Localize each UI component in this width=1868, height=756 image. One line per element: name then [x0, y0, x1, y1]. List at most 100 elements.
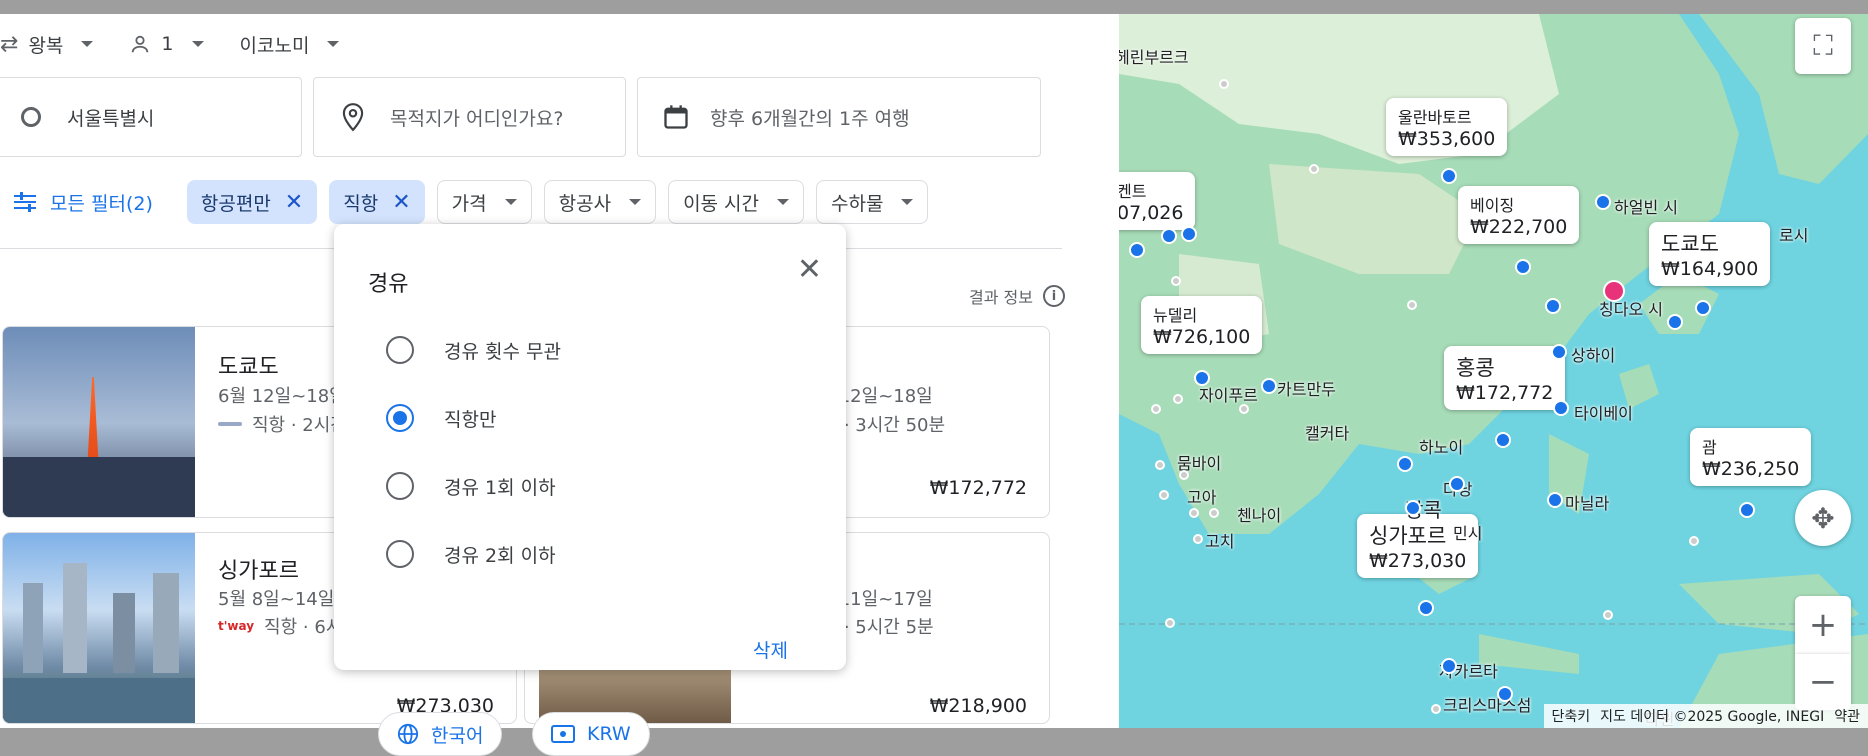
airport-pin-icon[interactable] — [1441, 168, 1457, 184]
airport-pin-icon[interactable] — [1667, 314, 1683, 330]
label-price: ₩164,900 — [1661, 258, 1759, 280]
dates-placeholder: 향후 6개월간의 1주 여행 — [710, 107, 910, 130]
chip-label: 직항 — [343, 192, 379, 215]
airport-pin-icon[interactable] — [1739, 502, 1755, 518]
destination-field[interactable]: 목적지가 어디인가요? — [313, 77, 626, 157]
terms-link[interactable]: 약관 — [1834, 706, 1860, 726]
map-dot — [1165, 618, 1175, 628]
chip-price[interactable]: 가격 — [436, 180, 532, 224]
map-price-label-guam[interactable]: 괌 ₩236,250 — [1690, 428, 1812, 486]
label-price: ₩353,600 — [1398, 128, 1496, 150]
airport-pin-icon[interactable] — [1261, 378, 1277, 394]
info-icon: i — [1043, 285, 1065, 307]
airport-pin-icon[interactable] — [1194, 370, 1210, 386]
map-price-label-tokyo[interactable]: 도쿄도 ₩164,900 — [1649, 222, 1771, 286]
airline-logo-icon: t'way — [218, 619, 255, 633]
airport-pin-icon[interactable] — [1161, 228, 1177, 244]
map-price-label-beijing[interactable]: 베이징 ₩222,700 — [1458, 186, 1580, 244]
stops-option-one-or-fewer[interactable]: 경유 1회 이하 — [386, 472, 556, 500]
airport-pin-icon[interactable] — [1695, 300, 1711, 316]
location-pin-icon — [342, 103, 364, 132]
radio-button[interactable] — [386, 404, 414, 432]
chevron-down-icon — [777, 199, 790, 205]
airport-pin-icon[interactable] — [1397, 456, 1413, 472]
label-price: ₩222,700 — [1470, 216, 1568, 238]
results-info-label: 결과 정보 — [969, 288, 1033, 307]
airport-pin-icon[interactable] — [1129, 242, 1145, 258]
airport-pin-icon[interactable] — [1495, 432, 1511, 448]
airport-pin-icon[interactable] — [1441, 658, 1457, 674]
option-label: 직항만 — [444, 408, 497, 431]
stops-option-any[interactable]: 경유 횟수 무관 — [386, 336, 561, 364]
map-view[interactable]: 울란바토르 ₩353,600 베이징 ₩222,700 도쿄도 ₩164,900… — [1119, 14, 1868, 728]
chip-baggage[interactable]: 수하물 — [816, 180, 929, 224]
airport-pin-icon[interactable] — [1551, 344, 1567, 360]
map-price-label-hong-kong[interactable]: 홍콩 ₩172,772 — [1444, 346, 1566, 410]
option-label: 경유 1회 이하 — [444, 476, 556, 499]
language-label: 한국어 — [431, 724, 484, 747]
zoom-out-button[interactable]: − — [1795, 654, 1851, 710]
chip-nonstop[interactable]: 직항 ✕ — [329, 180, 425, 224]
label-price: ₩273,030 — [1369, 550, 1467, 572]
map-city-label: 자이푸르 — [1199, 386, 1258, 405]
map-dot — [1173, 394, 1183, 404]
close-icon[interactable]: ✕ — [392, 190, 410, 215]
chevron-down-icon — [81, 41, 94, 47]
map-dot — [1309, 164, 1319, 174]
airport-pin-icon[interactable] — [1449, 476, 1465, 492]
map-city-label: 타이베이 — [1574, 404, 1633, 423]
chevron-down-icon — [901, 199, 914, 205]
card-price: ₩218,900 — [929, 695, 1027, 717]
airport-pin-icon[interactable] — [1515, 259, 1531, 275]
keyboard-shortcuts-link[interactable]: 단축키 — [1552, 706, 1591, 726]
chevron-down-icon — [327, 41, 340, 47]
label-price: ₩236,250 — [1702, 458, 1800, 480]
airport-pin-icon[interactable] — [1405, 500, 1421, 516]
airport-pin-icon[interactable] — [1497, 686, 1513, 702]
dates-field[interactable]: 향후 6개월간의 1주 여행 — [637, 77, 1041, 157]
close-icon[interactable]: ✕ — [797, 252, 822, 287]
fullscreen-icon[interactable]: ⛶ — [1795, 18, 1851, 74]
radio-button[interactable] — [386, 540, 414, 568]
delete-button[interactable]: 삭제 — [753, 636, 788, 663]
map-city-label: 크리스마스섬 — [1443, 696, 1532, 715]
chip-duration[interactable]: 이동 시간 — [668, 180, 805, 224]
recenter-icon[interactable]: ✥ — [1795, 490, 1851, 546]
zoom-in-button[interactable]: + — [1795, 596, 1851, 654]
map-price-label-new-delhi[interactable]: 뉴델리 ₩726,100 — [1141, 296, 1263, 354]
airport-pin-icon[interactable] — [1545, 298, 1561, 314]
label-city: 도쿄도 — [1661, 232, 1719, 256]
passengers-select[interactable]: 1 — [129, 33, 204, 55]
map-price-label-ulaanbaatar[interactable]: 울란바토르 ₩353,600 — [1386, 98, 1508, 156]
chip-airfare-only[interactable]: 항공편만 ✕ — [186, 180, 318, 224]
stops-option-nonstop[interactable]: 직항만 — [386, 404, 496, 432]
trip-type-select[interactable]: ⇄ 왕복 — [0, 31, 94, 58]
results-panel: ⇄ 왕복 1 이코노미 서울특별시 목적지가 어디인가요? 향후 6개월간의 1… — [0, 14, 1119, 728]
currency-button[interactable]: KRW — [532, 712, 650, 756]
airport-pin-icon[interactable] — [1553, 400, 1569, 416]
close-icon[interactable]: ✕ — [285, 190, 303, 215]
language-button[interactable]: 한국어 — [378, 712, 503, 756]
map-price-label-tashkent[interactable]: 켄트 07,026 — [1119, 172, 1196, 230]
map-city-label: 민시 — [1453, 524, 1483, 543]
map-dot — [1159, 490, 1169, 500]
tune-icon — [14, 192, 36, 212]
radio-button[interactable] — [386, 472, 414, 500]
radio-button[interactable] — [386, 336, 414, 364]
origin-field[interactable]: 서울특별시 — [0, 77, 302, 157]
airport-pin-icon[interactable] — [1181, 226, 1197, 242]
map-city-label: 첸나이 — [1237, 506, 1282, 525]
destination-placeholder: 목적지가 어디인가요? — [390, 107, 564, 130]
map-dot — [1603, 610, 1613, 620]
airport-pin-icon[interactable] — [1547, 492, 1563, 508]
chip-airline[interactable]: 항공사 — [543, 180, 657, 224]
cabin-select[interactable]: 이코노미 — [240, 31, 340, 58]
airport-pin-icon[interactable] — [1595, 194, 1611, 210]
all-filters-label: 모든 필터(2) — [50, 192, 153, 215]
airport-pin-icon[interactable] — [1418, 600, 1434, 616]
stops-option-two-or-fewer[interactable]: 경유 2회 이하 — [386, 540, 556, 568]
origin-value: 서울특별시 — [67, 107, 155, 130]
all-filters-button[interactable]: 모든 필터(2) — [0, 189, 153, 216]
results-info[interactable]: 결과 정보 i — [969, 284, 1065, 308]
map-city-label: 고아 — [1187, 488, 1217, 507]
